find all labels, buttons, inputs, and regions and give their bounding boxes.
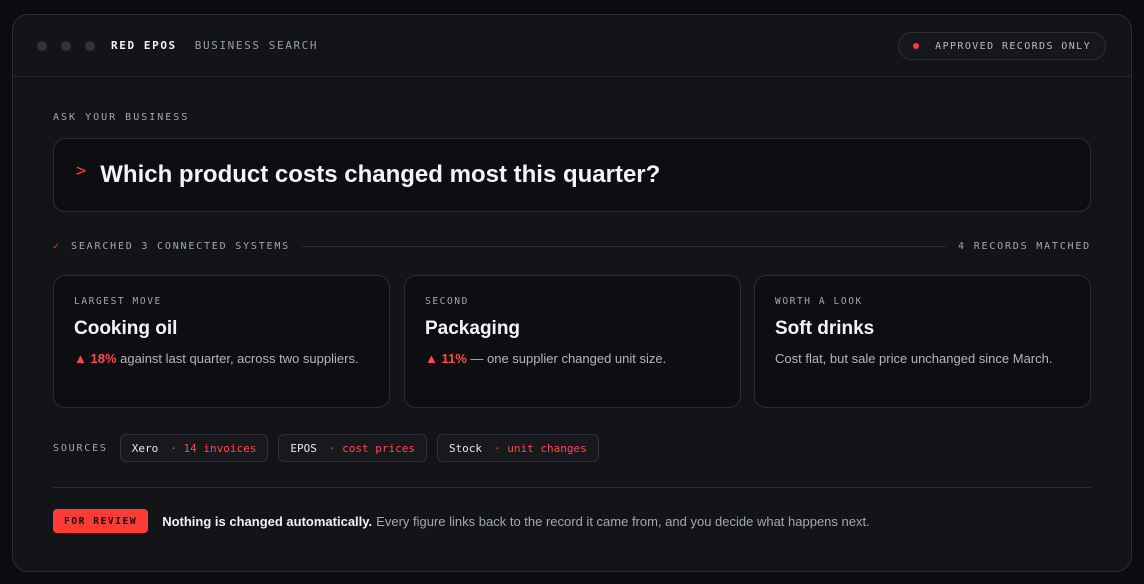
query-text: Which product costs changed most this qu… (100, 161, 661, 188)
source-chip-epos[interactable]: EPOS · cost prices (278, 434, 427, 462)
footer-text: Every figure links back to the record it… (376, 513, 870, 529)
source-meta: · unit changes (494, 441, 587, 455)
filter-label: APPROVED RECORDS ONLY (935, 40, 1091, 52)
card-eyebrow: LARGEST MOVE (74, 296, 162, 307)
result-card-second[interactable]: SECOND Packaging ▲ 11% — one supplier ch… (404, 275, 741, 408)
card-title: Soft drinks (775, 318, 875, 339)
window-minimize-dot-icon[interactable] (61, 40, 71, 51)
card-title: Cooking oil (74, 318, 178, 339)
delta-up-badge: ▲ 11% (425, 351, 467, 366)
query-input[interactable]: > Which product costs changed most this … (53, 138, 1091, 212)
status-dot-icon (913, 43, 920, 49)
searched-systems-text: SEARCHED 3 CONNECTED SYSTEMS (71, 240, 291, 252)
source-chip-xero[interactable]: Xero · 14 invoices (119, 434, 269, 462)
result-card-worth-a-look[interactable]: WORTH A LOOK Soft drinks Cost flat, but … (754, 275, 1091, 408)
for-review-badge: FOR REVIEW (53, 509, 149, 533)
app-window: RED EPOS BUSINESS SEARCH APPROVED RECORD… (12, 14, 1132, 572)
query-section-label: ASK YOUR BUSINESS (53, 112, 190, 123)
app-brand: RED EPOS (111, 39, 177, 52)
check-icon: ✓ (53, 240, 60, 252)
app-subtitle: BUSINESS SEARCH (194, 39, 319, 52)
status-divider (302, 245, 947, 247)
window-close-dot-icon[interactable] (37, 40, 47, 51)
card-body: Cost flat, but sale price unchanged sinc… (775, 349, 1070, 369)
search-status: ✓ SEARCHED 3 CONNECTED SYSTEMS 4 RECORDS… (53, 239, 1091, 253)
card-body-text: — one supplier changed unit size. (466, 351, 667, 366)
card-body-text: against last quarter, across two supplie… (116, 351, 359, 366)
card-body-text: Cost flat, but sale price unchanged sinc… (775, 351, 1053, 366)
delta-up-badge: ▲ 18% (74, 351, 117, 366)
chevron-right-icon: > (76, 161, 87, 181)
card-body: ▲ 18% against last quarter, across two s… (74, 349, 369, 369)
sources-row: SOURCES Xero · 14 invoices EPOS · cost p… (53, 434, 609, 462)
title-bar: RED EPOS BUSINESS SEARCH APPROVED RECORD… (13, 15, 1131, 77)
footer-emphasis: Nothing is changed automatically. (162, 513, 373, 529)
window-maximize-dot-icon[interactable] (85, 40, 95, 51)
source-name: Xero (131, 441, 159, 455)
source-meta: · 14 invoices (170, 441, 257, 455)
source-chip-stock[interactable]: Stock · unit changes (436, 434, 599, 462)
footer-divider (53, 487, 1091, 488)
records-matched-text: 4 RECORDS MATCHED (958, 240, 1091, 252)
review-footer: FOR REVIEW Nothing is changed automatica… (53, 509, 870, 533)
sources-label: SOURCES (53, 442, 108, 454)
source-name: EPOS (290, 441, 317, 455)
source-name: Stock (448, 441, 483, 455)
card-body: ▲ 11% — one supplier changed unit size. (425, 349, 720, 369)
card-eyebrow: WORTH A LOOK (775, 296, 863, 307)
approved-records-filter[interactable]: APPROVED RECORDS ONLY (898, 32, 1106, 60)
card-title: Packaging (425, 318, 521, 339)
result-card-largest-move[interactable]: LARGEST MOVE Cooking oil ▲ 18% against l… (53, 275, 390, 408)
card-eyebrow: SECOND (425, 296, 469, 307)
source-meta: · cost prices (328, 441, 415, 455)
